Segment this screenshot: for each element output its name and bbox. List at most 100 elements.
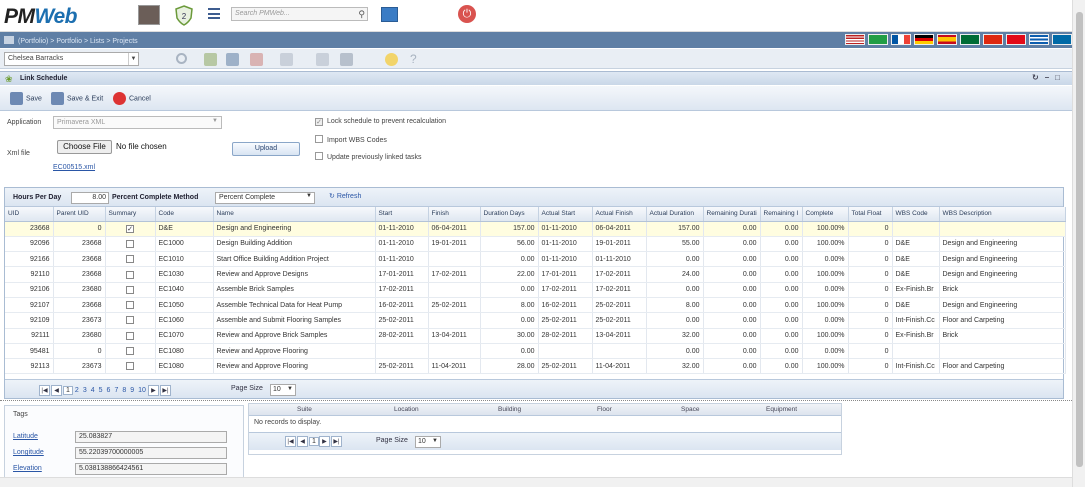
flag-fr-icon[interactable] [891,34,911,45]
elevation-link[interactable]: Elevation [13,465,42,472]
column-header[interactable]: Summary [105,207,156,222]
column-header[interactable]: Duration Days [480,207,539,222]
table-row[interactable]: 92109 23673 EC1060 Assemble and Submit Floo… [5,312,1066,329]
table-row[interactable]: 92113 23673 EC1080 Review and Approve Floor… [5,358,1066,375]
link-icon[interactable] [316,53,329,66]
global-search-input[interactable]: Search PMWeb... ⚲ [231,7,368,21]
col-location[interactable]: Location [394,406,419,413]
column-header[interactable]: Parent UID [53,207,106,222]
save-icon[interactable] [226,53,239,66]
elevation-field[interactable]: 5.038138866424561 [75,463,227,475]
search-icon[interactable] [176,53,187,64]
save-exit-button[interactable]: Save & Exit [51,92,103,105]
table-row[interactable]: 92110 23668 EC1030 Review and Approve Desig… [5,266,1066,283]
prev-page-icon[interactable]: ◀ [297,436,308,447]
col-suite[interactable]: Suite [297,406,312,413]
hours-per-day-input[interactable]: 8.00 [71,192,109,204]
power-logout-icon[interactable]: ⏻ [458,5,476,23]
delete-icon[interactable] [250,53,263,66]
percent-complete-method-select[interactable]: Percent Complete ▼ [215,192,315,204]
summary-checkbox[interactable] [126,285,134,294]
summary-checkbox[interactable] [126,362,134,371]
project-select[interactable]: Chelsea Barracks ▼ [4,52,139,66]
col-building[interactable]: Building [498,406,521,413]
summary-checkbox[interactable] [126,331,134,340]
longitude-field[interactable]: 55.22039700000005 [75,447,227,459]
column-header[interactable]: Remaining I [760,207,803,222]
refresh-button[interactable]: ↻ Refresh [329,192,361,200]
summary-checkbox[interactable]: ✓ [126,224,134,233]
first-page-icon[interactable]: |◀ [39,385,50,396]
table-row[interactable]: 92111 23680 EC1070 Review and Approve Brick… [5,328,1066,344]
table-row[interactable]: 92166 23668 EC1010 Start Office Building Ad… [5,251,1066,268]
summary-checkbox[interactable] [126,255,134,264]
flag-se-icon[interactable] [1052,34,1072,45]
chevron-down-icon[interactable]: ▼ [128,53,138,65]
column-header[interactable]: Name [213,207,376,222]
uploaded-file-link[interactable]: EC00515.xml [53,164,95,171]
add-icon[interactable] [204,53,217,66]
page-number[interactable]: 3 [81,387,89,394]
page-size-select[interactable]: 10 ▼ [415,436,441,448]
latitude-link[interactable]: Latitude [13,433,38,440]
checkbox[interactable] [315,135,323,143]
table-row[interactable]: 95481 0 EC1080 Review and Approve Flooring 0… [5,343,1066,360]
search-icon[interactable]: ⚲ [358,9,365,20]
vertical-scrollbar[interactable] [1072,0,1085,487]
application-select[interactable]: Primavera XML ▼ [53,116,222,129]
notification-shield-icon[interactable]: 2 [174,5,194,26]
longitude-link[interactable]: Longitude [13,449,44,456]
print-icon[interactable] [340,53,353,66]
col-equipment[interactable]: Equipment [766,406,797,413]
table-row[interactable]: 92096 23668 EC1000 Design Building Addition… [5,236,1066,253]
page-number[interactable]: 9 [128,387,136,394]
page-number[interactable]: 4 [89,387,97,394]
page-number[interactable]: 6 [105,387,113,394]
summary-checkbox[interactable] [126,270,134,279]
breadcrumb[interactable]: (Portfolio) > Portfolio > Lists > Projec… [18,38,138,45]
help-icon[interactable]: ? [410,53,423,66]
summary-checkbox[interactable] [126,347,134,356]
column-header[interactable]: Actual Start [538,207,593,222]
scrollbar-thumb[interactable] [1076,12,1083,467]
column-header[interactable]: Total Float [848,207,893,222]
latitude-field[interactable]: 25.083827 [75,431,227,443]
checkbox[interactable]: ✓ [315,118,323,126]
page-number[interactable]: 1 [63,386,73,395]
table-row[interactable]: 23668 0 ✓ D&E Design and Engineering 01-11-20… [5,221,1066,237]
dashboard-icon[interactable] [381,7,398,22]
prev-page-icon[interactable]: ◀ [51,385,62,396]
lightbulb-icon[interactable] [385,53,398,66]
lock-schedule-checkbox[interactable]: ✓ Lock schedule to prevent recalculation [315,118,446,126]
column-header[interactable]: Finish [428,207,481,222]
update-linked-checkbox[interactable]: Update previously linked tasks [315,152,422,161]
summary-checkbox[interactable] [126,239,134,248]
flag-gr-icon[interactable] [1029,34,1049,45]
col-space[interactable]: Space [681,406,699,413]
column-header[interactable]: Remaining Durati [703,207,761,222]
last-page-icon[interactable]: ▶| [159,385,171,396]
page-number[interactable]: 5 [97,387,105,394]
import-wbs-checkbox[interactable]: Import WBS Codes [315,135,387,144]
cancel-button[interactable]: Cancel [113,92,151,105]
horizontal-scrollbar[interactable] [0,477,1072,487]
column-header[interactable]: Actual Duration [646,207,704,222]
user-avatar[interactable] [138,5,160,25]
first-page-icon[interactable]: |◀ [285,436,296,447]
flag-tr-icon[interactable] [1006,34,1026,45]
page-number[interactable]: 2 [73,387,81,394]
flag-us-icon[interactable] [845,34,865,45]
table-row[interactable]: 92106 23680 EC1040 Assemble Brick Samples 17… [5,282,1066,298]
next-page-icon[interactable]: ▶ [318,436,330,447]
col-floor[interactable]: Floor [597,406,612,413]
pmweb-logo[interactable]: PMWeb [4,5,77,29]
table-row[interactable]: 92107 23668 EC1050 Assemble Technical Data … [5,297,1066,314]
window-controls[interactable]: ↻–□ [1032,73,1066,82]
flag-es-icon[interactable] [937,34,957,45]
page-number[interactable]: 10 [136,387,148,394]
column-header[interactable]: WBS Description [939,207,1066,222]
checkbox[interactable] [315,152,323,160]
flag-br-icon[interactable] [868,34,888,45]
hamburger-menu-icon[interactable] [208,8,220,19]
page-size-select[interactable]: 10 ▼ [270,384,296,396]
